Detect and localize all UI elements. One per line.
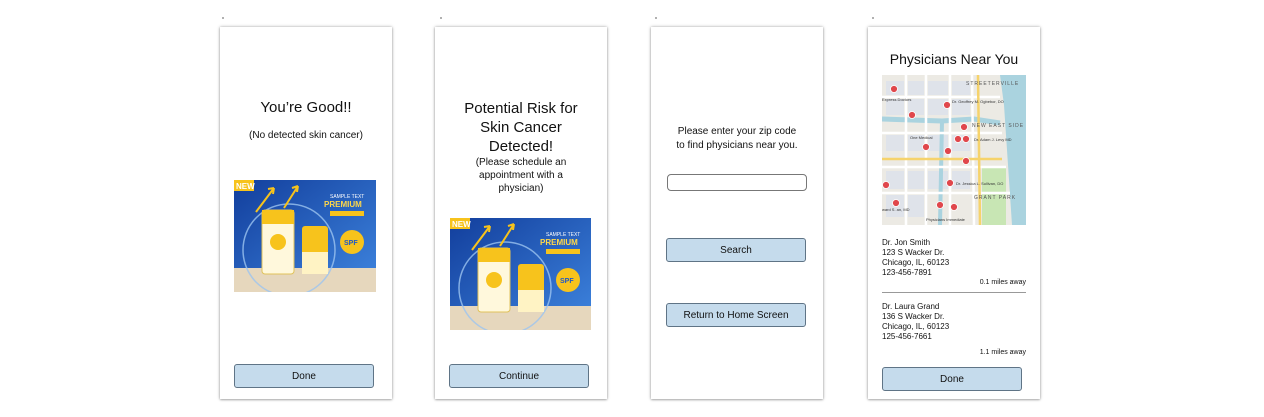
svg-text:SPF: SPF: [344, 240, 358, 247]
physician-card[interactable]: Dr. Laura Grand 136 S Wacker Dr. Chicago…: [882, 302, 1026, 356]
physician-address: 136 S Wacker Dr.: [882, 312, 945, 321]
svg-text:Physicians Immediate: Physicians Immediate: [926, 217, 966, 222]
svg-text:STREETERVILLE: STREETERVILLE: [966, 81, 1019, 87]
physicians-near-you-screen: Physicians Near You STREETERVILLE NEW EA…: [868, 27, 1040, 399]
physician-city: Chicago, IL, 60123: [882, 258, 950, 267]
svg-text:PREMIUM: PREMIUM: [324, 200, 362, 209]
screen-title: Potential Risk for Skin Cancer Detected!: [464, 100, 578, 155]
svg-text:SPF: SPF: [560, 278, 574, 285]
svg-text:Dr. Geoffrey M. Ogbebor, DO: Dr. Geoffrey M. Ogbebor, DO: [952, 99, 1004, 104]
screen-subtitle: (Please schedule an appointment with a p…: [475, 157, 567, 194]
physician-name: Dr. Jon Smith: [882, 238, 931, 247]
svg-text:GRANT PARK: GRANT PARK: [974, 195, 1016, 201]
physician-map[interactable]: STREETERVILLE NEW EAST SIDE GRANT PARK D…: [882, 75, 1026, 225]
artboard-marker: [222, 17, 224, 19]
list-divider: [882, 292, 1026, 293]
physician-address: 123 S Wacker Dr.: [882, 248, 945, 257]
svg-text:NEW: NEW: [236, 182, 255, 191]
continue-button[interactable]: Continue: [449, 364, 589, 388]
done-button[interactable]: Done: [234, 364, 374, 388]
result-risk-screen: Potential Risk for Skin Cancer Detected!…: [435, 27, 607, 399]
physician-city: Chicago, IL, 60123: [882, 322, 950, 331]
zip-code-input[interactable]: [667, 174, 807, 191]
svg-text:PREMIUM: PREMIUM: [540, 238, 578, 247]
zip-search-screen: Please enter your zip code to find physi…: [651, 27, 823, 399]
svg-text:One Medical: One Medical: [910, 135, 933, 140]
physician-phone: 123-456-7891: [882, 268, 932, 277]
physician-phone: 125-456-7661: [882, 332, 932, 341]
svg-text:ward S. an, MD: ward S. an, MD: [882, 207, 910, 212]
svg-text:NEW: NEW: [452, 220, 471, 229]
physician-distance: 1.1 miles away: [979, 349, 1026, 356]
svg-text:Dr. Jessica L. Sullivan, DO: Dr. Jessica L. Sullivan, DO: [956, 181, 1003, 186]
physician-distance: 0.1 miles away: [979, 279, 1026, 286]
svg-text:NEW EAST SIDE: NEW EAST SIDE: [972, 123, 1024, 129]
screen-title: Physicians Near You: [889, 51, 1019, 67]
result-good-screen: You’re Good!! (No detected skin cancer) …: [220, 27, 392, 399]
screen-subtitle: (No detected skin cancer): [249, 130, 363, 141]
sunscreen-ad-image: NEW SAMPLE TEXT PREMIUM SPF: [234, 180, 376, 292]
sunscreen-ad-image: NEW SAMPLE TEXT PREMIUM SPF: [449, 218, 591, 330]
svg-text:Dr. Adam J. Levy MD: Dr. Adam J. Levy MD: [974, 137, 1012, 142]
artboard-marker: [655, 17, 657, 19]
search-button[interactable]: Search: [666, 238, 806, 262]
screen-title: You’re Good!!: [260, 99, 352, 116]
zip-prompt: Please enter your zip code to find physi…: [676, 126, 798, 151]
done-button[interactable]: Done: [882, 367, 1022, 391]
svg-text:Express Doctors: Express Doctors: [882, 97, 911, 102]
artboard-marker: [872, 17, 874, 19]
physician-card[interactable]: Dr. Jon Smith 123 S Wacker Dr. Chicago, …: [882, 238, 1026, 286]
return-home-button[interactable]: Return to Home Screen: [666, 303, 806, 327]
artboard-marker: [440, 17, 442, 19]
physician-name: Dr. Laura Grand: [882, 302, 940, 311]
